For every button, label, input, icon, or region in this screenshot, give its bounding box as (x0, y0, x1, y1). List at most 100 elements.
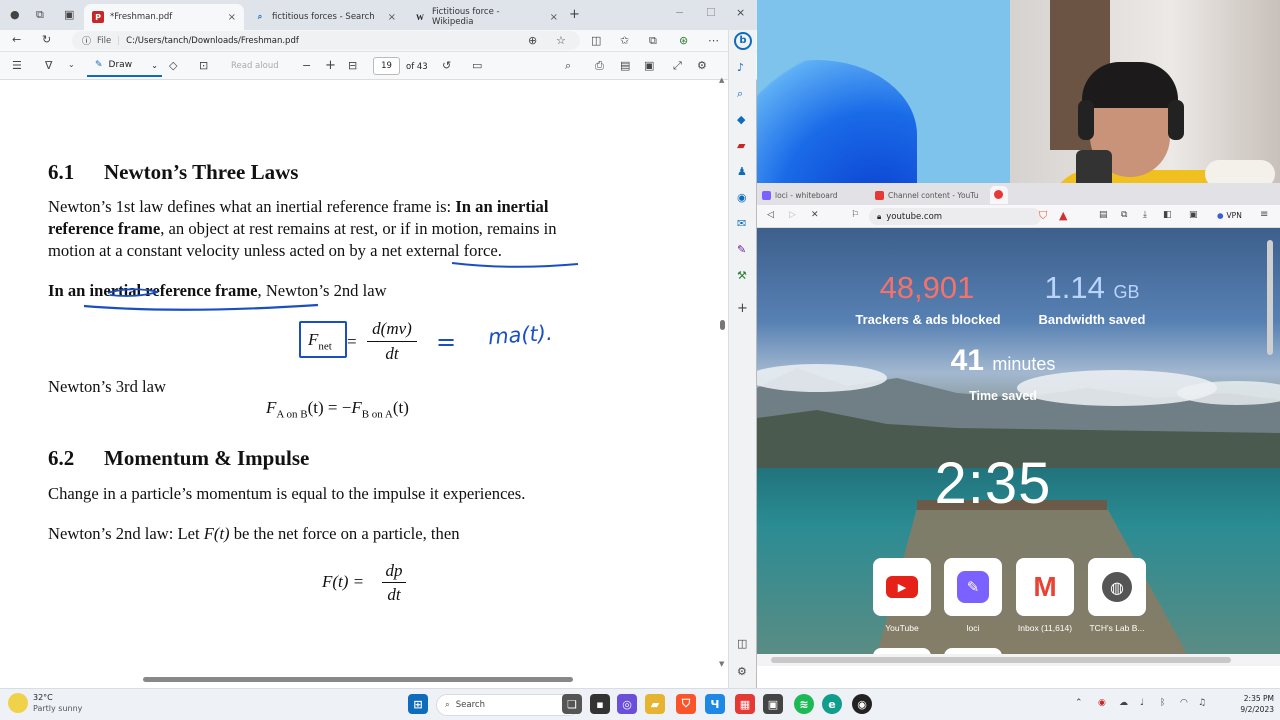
tile-youtube[interactable]: ▶ (873, 558, 931, 616)
tile-loci[interactable]: ✎ (944, 558, 1002, 616)
highlight-icon[interactable]: ∇ (45, 60, 52, 71)
refresh-icon[interactable]: ↻ (42, 34, 51, 45)
clock-date[interactable]: 9/2/2023 (1216, 705, 1274, 714)
forward-icon[interactable]: ▷ (789, 211, 796, 220)
reader-icon[interactable]: ▤ (1099, 211, 1108, 220)
taskbar-search[interactable]: ⌕ Search (436, 694, 580, 716)
shopping-icon[interactable]: ▰ (737, 140, 745, 151)
add-icon[interactable]: + (737, 302, 748, 315)
split-screen-icon[interactable]: ◫ (591, 35, 601, 46)
more-icon[interactable]: ⋯ (708, 35, 719, 46)
save-as-icon[interactable]: ▣ (644, 60, 654, 71)
chevron-up-icon[interactable]: ⌃ (1075, 699, 1083, 708)
collections-icon[interactable]: ⧉ (649, 35, 657, 46)
search-icon[interactable]: ⌕ (737, 88, 743, 99)
page-view-icon[interactable]: ▭ (472, 60, 482, 71)
close-icon[interactable]: × (550, 12, 558, 23)
back-icon[interactable]: ← (12, 34, 21, 45)
expand-icon[interactable]: ⤢ (673, 60, 682, 71)
zoom-in-icon[interactable]: + (325, 59, 336, 72)
sidebar-toggle-icon[interactable]: ◫ (737, 638, 747, 649)
start-icon[interactable]: ⊞ (408, 694, 428, 714)
gear-icon[interactable]: ⚙ (697, 60, 707, 71)
tray-cloud-icon[interactable]: ☁ (1119, 699, 1128, 708)
workspaces-icon[interactable]: ⧉ (36, 9, 44, 20)
weather-icon[interactable] (8, 693, 28, 713)
task-view-icon[interactable]: ❏ (562, 694, 582, 714)
tab-loci[interactable]: loci - whiteboard (762, 186, 872, 204)
chat-icon[interactable]: ◎ (617, 694, 637, 714)
tab-search[interactable]: ⌕ fictitious forces - Search × (246, 4, 404, 30)
gear-icon[interactable]: ⚙ (737, 666, 747, 677)
widgets-icon[interactable]: ▪ (590, 694, 610, 714)
app-taskbar-icon[interactable]: Ч (705, 694, 725, 714)
zoom-icon[interactable]: ⊕ (528, 35, 537, 46)
tab-active[interactable] (990, 186, 1008, 204)
scroll-thumb[interactable] (143, 677, 573, 682)
tray-app-icon[interactable]: ◉ (1098, 699, 1106, 708)
window-close-icon[interactable]: × (736, 7, 745, 18)
volume-icon[interactable]: ♫ (1198, 699, 1206, 708)
drop-icon[interactable]: ✎ (737, 244, 746, 255)
rewards-icon[interactable]: ▲ (1059, 210, 1067, 221)
stop-icon[interactable]: ✕ (811, 211, 819, 220)
close-icon[interactable]: × (228, 12, 236, 23)
tab-freshman-pdf[interactable]: P *Freshman.pdf × (84, 4, 244, 30)
save-icon[interactable]: ▤ (620, 60, 630, 71)
read-aloud-button[interactable]: Read aloud (231, 61, 279, 71)
minimize-icon[interactable]: − (675, 7, 684, 18)
print-icon[interactable]: ⎙ (595, 60, 604, 71)
scroll-thumb[interactable] (771, 657, 1231, 663)
zoom-out-icon[interactable]: − (302, 60, 311, 71)
file-explorer-icon[interactable]: ▰ (645, 694, 665, 714)
brave-url-field[interactable]: 🔒︎ youtube.com (869, 208, 1041, 225)
wifi-icon[interactable]: ◠ (1180, 699, 1188, 708)
outlook-icon[interactable]: ✉ (737, 218, 746, 229)
tile-gmail[interactable]: M (1016, 558, 1074, 616)
tab-actions-icon[interactable]: ▣ (64, 9, 74, 20)
eraser-icon[interactable]: ◇ (169, 60, 177, 71)
profile-icon[interactable]: ● (10, 9, 20, 20)
draw-button[interactable]: ✎ Draw ⌄ (87, 55, 162, 77)
office-icon[interactable]: ◉ (737, 192, 747, 203)
bell-icon[interactable]: ♪ (737, 62, 744, 73)
download-icon[interactable]: ⤓ (1143, 211, 1147, 220)
favorite-star-icon[interactable]: ☆ (556, 35, 566, 46)
edge-taskbar-icon[interactable]: e (822, 694, 842, 714)
games-icon[interactable]: ♟ (737, 166, 747, 177)
back-icon[interactable]: ◁ (767, 211, 774, 220)
office-taskbar-icon[interactable]: ▦ (735, 694, 755, 714)
bluetooth-icon[interactable]: ᛒ (1160, 699, 1165, 708)
fit-page-icon[interactable]: ⊟ (348, 60, 357, 71)
maximize-icon[interactable]: ☐ (706, 7, 716, 18)
close-icon[interactable]: × (388, 12, 396, 23)
scroll-thumb[interactable] (1267, 240, 1273, 355)
rotate-icon[interactable]: ↺ (442, 60, 451, 71)
clock-time[interactable]: 2:35 PM (1216, 694, 1274, 703)
vertical-scrollbar[interactable]: ▲ ▼ (719, 76, 727, 680)
brave-taskbar-icon[interactable]: ⛉ (676, 694, 696, 714)
menu-icon[interactable]: ≡ (1260, 210, 1268, 220)
text-icon[interactable]: ⊡ (199, 60, 208, 71)
extension-icon[interactable]: ⊛ (679, 35, 688, 46)
tile-tch-lab[interactable]: ◍ (1088, 558, 1146, 616)
spotify-icon[interactable]: ≋ (794, 694, 814, 714)
copilot-icon[interactable]: b (734, 32, 752, 50)
new-tab-icon[interactable]: + (569, 8, 580, 21)
mic-icon[interactable]: ♩ (1140, 699, 1144, 708)
search-icon[interactable]: ⌕ (565, 60, 571, 71)
brave-shield-icon[interactable]: ⛉ (1039, 210, 1047, 221)
url-field[interactable]: ⓘ File | C:/Users/tanch/Downloads/Freshm… (72, 31, 580, 50)
tab-wikipedia[interactable]: W Fictitious force - Wikipedia × (406, 4, 566, 30)
tab-youtube-studio[interactable]: Channel content - YouTu (875, 186, 987, 204)
extensions-icon[interactable]: ⧉ (1121, 211, 1127, 220)
brave-horizontal-scrollbar[interactable] (757, 654, 1280, 666)
chevron-down-icon[interactable]: ⌄ (68, 61, 75, 69)
vpn-button[interactable]: ● VPN (1217, 211, 1242, 220)
terminal-icon[interactable]: ▣ (763, 694, 783, 714)
contents-icon[interactable]: ☰ (12, 60, 22, 71)
page-number-input[interactable]: 19 (373, 57, 400, 75)
tag-icon[interactable]: ◆ (737, 114, 745, 125)
wallet-icon[interactable]: ▣ (1189, 211, 1198, 220)
bookmark-icon[interactable]: ⚐ (851, 211, 859, 220)
